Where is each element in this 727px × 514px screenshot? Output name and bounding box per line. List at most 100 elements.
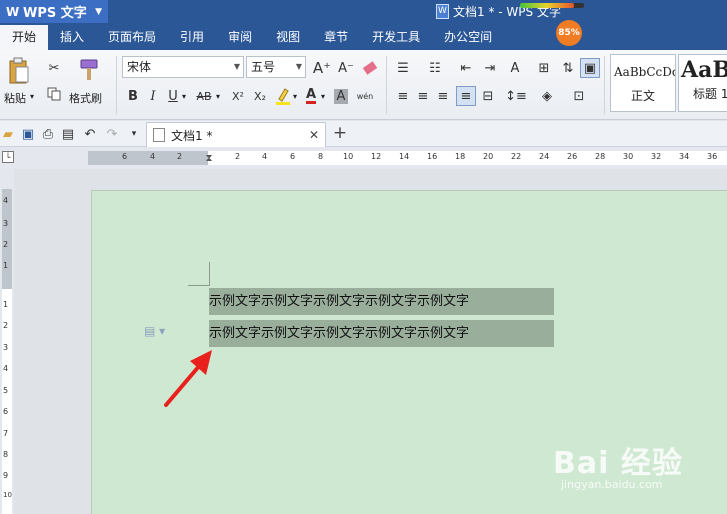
- wps-logo-icon: W: [6, 5, 20, 19]
- ruler-number: 20: [483, 152, 494, 161]
- font-name-select[interactable]: 宋体 ▼: [122, 56, 244, 78]
- strikethrough-dropdown-icon[interactable]: ▾: [216, 92, 220, 101]
- undo-icon[interactable]: ↶: [82, 125, 98, 143]
- save-icon[interactable]: ▣: [20, 125, 36, 143]
- vertical-ruler[interactable]: 4 3 2 1 1 2 3 4 5 6 7 8 9 10: [0, 169, 14, 514]
- ruler-margin: [88, 151, 208, 165]
- sort-button[interactable]: ⇅: [558, 58, 578, 78]
- paint-bucket-icon: ◈: [542, 88, 552, 104]
- tab-office-space[interactable]: 办公空间: [432, 25, 504, 50]
- ruler-number: 2: [235, 152, 241, 161]
- tab-home[interactable]: 开始: [0, 25, 49, 50]
- font-color-dropdown-icon[interactable]: ▾: [321, 92, 325, 101]
- new-tab-button[interactable]: +: [330, 123, 350, 143]
- numbering-button[interactable]: ☷: [424, 58, 446, 78]
- tab-page-layout[interactable]: 页面布局: [96, 25, 168, 50]
- grow-font-button[interactable]: A⁺: [312, 58, 332, 78]
- ruler-number: 2: [177, 152, 183, 161]
- line-spacing-button[interactable]: ↕≡: [504, 86, 528, 106]
- paste-dropdown-icon[interactable]: ▾: [30, 92, 34, 101]
- highlight-dropdown-icon[interactable]: ▾: [293, 92, 297, 101]
- show-marks-button[interactable]: ▣: [580, 58, 600, 78]
- copy-button[interactable]: [44, 84, 64, 104]
- align-center-icon: ≡: [417, 88, 429, 104]
- horizontal-ruler[interactable]: └ 6 4 2 ⧗ 2 4 6 8 10 12 14 16 18 20 22 2…: [0, 147, 727, 169]
- distribute-button[interactable]: ⊟: [478, 86, 498, 106]
- document-tab[interactable]: 文档1 * ✕: [146, 122, 326, 147]
- italic-button[interactable]: I: [144, 86, 162, 106]
- tab-view[interactable]: 视图: [264, 25, 312, 50]
- grid-icon: ⊞: [538, 60, 550, 76]
- justify-button[interactable]: ≡: [456, 86, 476, 106]
- ruler-number: 6: [3, 407, 9, 416]
- ruler-number: 1: [3, 300, 9, 309]
- memory-badge[interactable]: 85%: [556, 20, 582, 46]
- paste-button[interactable]: [6, 56, 32, 86]
- tab-review[interactable]: 审阅: [216, 25, 264, 50]
- superscript-button[interactable]: X²: [228, 86, 248, 106]
- decrease-indent-button[interactable]: ⇤: [456, 58, 476, 78]
- bold-button[interactable]: B: [124, 86, 142, 106]
- tab-section[interactable]: 章节: [312, 25, 360, 50]
- borders-button[interactable]: ⊡: [568, 86, 590, 106]
- shrink-font-button[interactable]: A⁻: [336, 58, 356, 78]
- ruler-number: 8: [3, 450, 9, 459]
- increase-indent-button[interactable]: ⇥: [480, 58, 500, 78]
- app-name: WPS 文字: [23, 6, 87, 21]
- selected-text-line[interactable]: 示例文字示例文字示例文字示例文字示例文字: [209, 288, 554, 315]
- ruler-number: 16: [427, 152, 438, 161]
- char-shading-button[interactable]: A: [332, 86, 350, 106]
- text-effect-icon: A: [510, 60, 520, 76]
- print-preview-icon[interactable]: ▤: [60, 125, 76, 143]
- chevron-down-icon: ▼: [233, 62, 240, 71]
- format-painter-button[interactable]: [76, 56, 100, 84]
- distribute-icon: ⊟: [482, 88, 494, 104]
- shading-button[interactable]: ◈: [536, 86, 558, 106]
- close-icon[interactable]: ✕: [309, 128, 319, 142]
- customize-dropdown-icon[interactable]: ▾: [128, 125, 140, 143]
- ruler-number: 2: [3, 240, 9, 249]
- separator: [386, 56, 387, 114]
- phonetic-guide-button[interactable]: wén: [354, 86, 376, 106]
- cut-button[interactable]: ✂: [44, 58, 64, 78]
- document-tab-icon: [153, 128, 165, 142]
- bullet-list-icon: ☰: [397, 60, 409, 76]
- bullets-button[interactable]: ☰: [392, 58, 414, 78]
- align-left-button[interactable]: ≡: [394, 86, 412, 106]
- ruler-number: 34: [679, 152, 690, 161]
- underline-dropdown-icon[interactable]: ▾: [182, 92, 186, 101]
- style-normal[interactable]: AaBbCcDd 正文: [610, 54, 676, 112]
- ruler-number: 32: [651, 152, 662, 161]
- text-effects-button[interactable]: A: [504, 58, 526, 78]
- margin-corner-mark: [188, 285, 210, 286]
- paste-label[interactable]: 粘贴: [4, 90, 26, 106]
- style-heading-1[interactable]: AaB 标题 1: [678, 54, 727, 112]
- align-center-button[interactable]: ≡: [414, 86, 432, 106]
- redo-icon[interactable]: ↷: [104, 125, 120, 143]
- paste-icon: [9, 57, 29, 84]
- underline-button[interactable]: U: [164, 86, 182, 106]
- open-icon[interactable]: ▰: [0, 125, 16, 143]
- document-tab-title: 文档1 *: [171, 128, 213, 143]
- indent-marker[interactable]: ⧗: [203, 147, 215, 169]
- app-menu-button[interactable]: W WPS 文字 ▼: [0, 0, 108, 23]
- tab-developer[interactable]: 开发工具: [360, 25, 432, 50]
- tab-stop-selector[interactable]: └: [2, 151, 14, 163]
- subscript-button[interactable]: X₂: [250, 86, 270, 106]
- font-color-button[interactable]: A: [302, 86, 320, 106]
- print-icon[interactable]: ⎙: [40, 125, 56, 143]
- selected-text-line[interactable]: 示例文字示例文字示例文字示例文字示例文字: [209, 320, 554, 347]
- format-painter-label[interactable]: 格式刷: [69, 90, 102, 106]
- line-spacing-icon: ↕≡: [505, 88, 527, 104]
- font-size-select[interactable]: 五号 ▼: [246, 56, 306, 78]
- strikethrough-button[interactable]: AB: [192, 86, 216, 106]
- ruler-number: 26: [567, 152, 578, 161]
- tab-insert[interactable]: 插入: [48, 25, 96, 50]
- paste-options-icon[interactable]: ▤ ▾: [144, 324, 165, 338]
- align-right-button[interactable]: ≡: [434, 86, 452, 106]
- tab-references[interactable]: 引用: [168, 25, 216, 50]
- table-button[interactable]: ⊞: [534, 58, 554, 78]
- clear-format-button[interactable]: [360, 58, 380, 78]
- highlight-button[interactable]: [274, 86, 292, 106]
- numbered-list-icon: ☷: [429, 60, 441, 76]
